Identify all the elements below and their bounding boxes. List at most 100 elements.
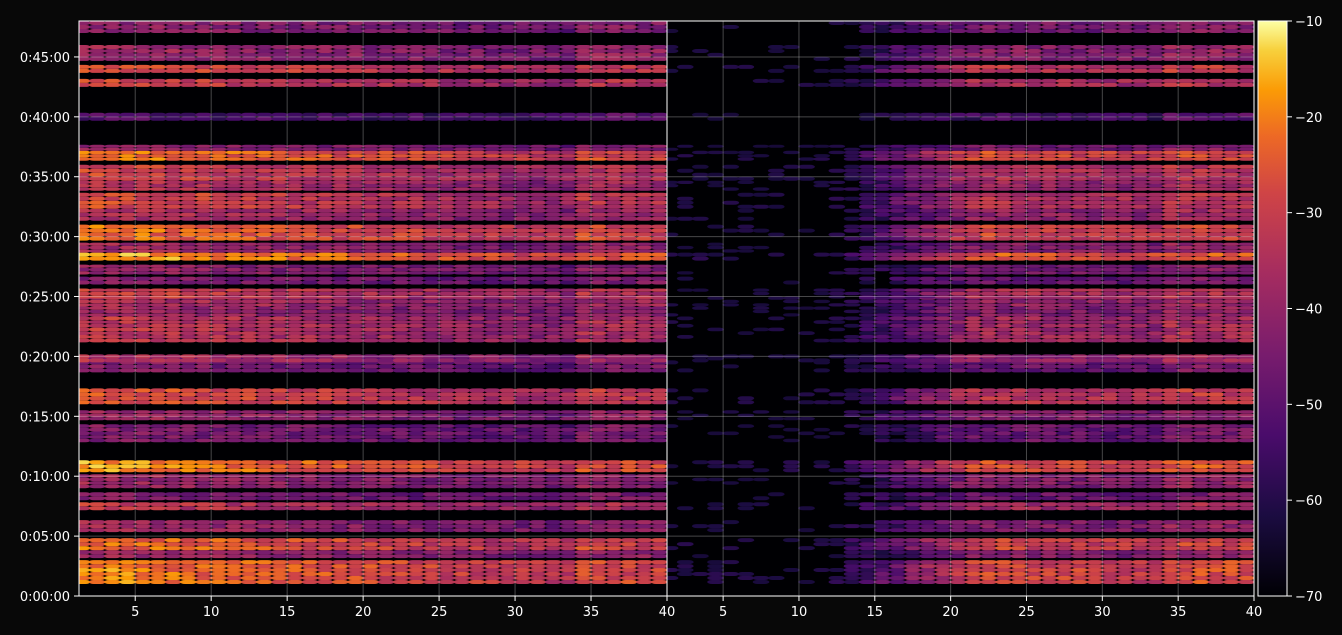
heatmap-cell <box>1010 492 1028 497</box>
heatmap-cell <box>635 291 653 296</box>
heatmap-cell <box>377 484 395 489</box>
heatmap-cell <box>271 116 288 121</box>
heatmap-cell <box>1116 427 1134 432</box>
heatmap-cell <box>407 327 425 332</box>
heatmap-cell <box>301 204 319 209</box>
heatmap-cell <box>559 316 577 321</box>
heatmap-cell <box>468 216 486 221</box>
heatmap-cell <box>575 68 592 73</box>
heatmap-cell <box>468 338 486 343</box>
heatmap-cell <box>590 150 607 155</box>
heatmap-cell <box>407 506 425 511</box>
heatmap-cell <box>164 29 182 33</box>
heatmap-cell <box>362 157 380 161</box>
heatmap-cell <box>575 176 592 181</box>
heatmap-cell <box>1086 554 1104 559</box>
heatmap-cell <box>392 228 410 233</box>
heatmap-cell <box>453 204 471 209</box>
heatmap-cell <box>377 506 395 511</box>
heatmap-cell <box>180 29 197 33</box>
heatmap-cell <box>995 550 1013 555</box>
heatmap-cell <box>392 64 410 69</box>
heatmap-cell <box>180 560 197 565</box>
heatmap-cell <box>559 464 577 469</box>
heatmap-cell <box>88 116 106 121</box>
heatmap-cell <box>590 236 607 241</box>
heatmap-cell <box>620 313 638 317</box>
heatmap-cell <box>889 492 906 497</box>
heatmap-cell <box>468 78 486 83</box>
heatmap-cell <box>1207 580 1225 584</box>
heatmap-cell <box>1056 427 1073 432</box>
heatmap-cell <box>377 520 395 525</box>
heatmap-cell <box>88 52 106 57</box>
heatmap-cell <box>590 502 607 507</box>
heatmap-cell <box>240 303 258 307</box>
heatmap-cell <box>965 520 982 525</box>
heatmap-cell <box>499 212 516 217</box>
heatmap-cell <box>392 388 410 393</box>
heatmap-cell <box>514 427 531 432</box>
heatmap-cell <box>590 309 607 314</box>
heatmap-cell <box>301 64 319 69</box>
heatmap-cell <box>377 212 395 217</box>
heatmap-cell <box>164 291 182 296</box>
heatmap-cell <box>210 25 228 29</box>
heatmap-cell <box>377 538 395 543</box>
heatmap-cell <box>240 306 258 310</box>
heatmap-cell <box>651 506 667 511</box>
heatmap-cell <box>210 400 228 405</box>
heatmap-cell <box>271 542 288 547</box>
heatmap-cell <box>874 468 891 473</box>
heatmap-cell <box>301 172 319 177</box>
heatmap-cell <box>635 388 653 393</box>
heatmap-cell <box>134 313 152 317</box>
heatmap-cell <box>301 249 319 253</box>
heatmap-cell <box>1040 492 1058 497</box>
heatmap-cell <box>544 249 562 253</box>
heatmap-cell <box>980 502 997 507</box>
heatmap-cell <box>316 368 334 373</box>
heatmap-cell <box>483 550 501 555</box>
heatmap-cell <box>195 460 212 465</box>
heatmap-cell <box>316 21 334 25</box>
heatmap-cell <box>1116 554 1134 559</box>
heatmap-cell <box>468 164 486 169</box>
heatmap-cell <box>590 435 607 439</box>
heatmap-cell <box>256 180 273 184</box>
heatmap-cell <box>423 468 440 473</box>
heatmap-cell <box>544 276 562 281</box>
heatmap-cell <box>332 538 349 543</box>
heatmap-cell <box>134 245 152 250</box>
heatmap-cell <box>874 464 891 469</box>
heatmap-cell <box>149 309 167 314</box>
heatmap-cell <box>332 303 349 307</box>
heatmap-cell <box>134 564 152 569</box>
heatmap-cell <box>635 580 653 584</box>
heatmap-cell <box>119 580 136 584</box>
heatmap-cell <box>407 249 425 253</box>
heatmap-cell <box>301 180 319 184</box>
heatmap-cell <box>904 435 922 439</box>
heatmap-cell <box>240 116 258 121</box>
heatmap-cell <box>347 331 364 335</box>
heatmap-cell <box>195 431 212 436</box>
heatmap-cell <box>377 82 395 87</box>
heatmap-cell <box>362 150 380 155</box>
heatmap-cell <box>965 554 982 559</box>
heatmap-cell <box>651 147 667 151</box>
heatmap-cell <box>423 410 440 414</box>
heatmap-cell <box>392 392 410 397</box>
heatmap-cell <box>499 288 516 292</box>
heatmap-cell <box>88 388 106 393</box>
heatmap-cell <box>1207 560 1225 565</box>
heatmap-cell <box>256 424 273 428</box>
heatmap-cell <box>347 196 364 201</box>
heatmap-cell <box>286 316 304 321</box>
heatmap-cell <box>752 502 770 507</box>
heatmap-cell <box>453 313 471 317</box>
heatmap-cell <box>225 144 243 148</box>
heatmap-cell <box>980 542 997 547</box>
heatmap-cell <box>134 184 152 188</box>
heatmap-cell <box>858 492 876 497</box>
